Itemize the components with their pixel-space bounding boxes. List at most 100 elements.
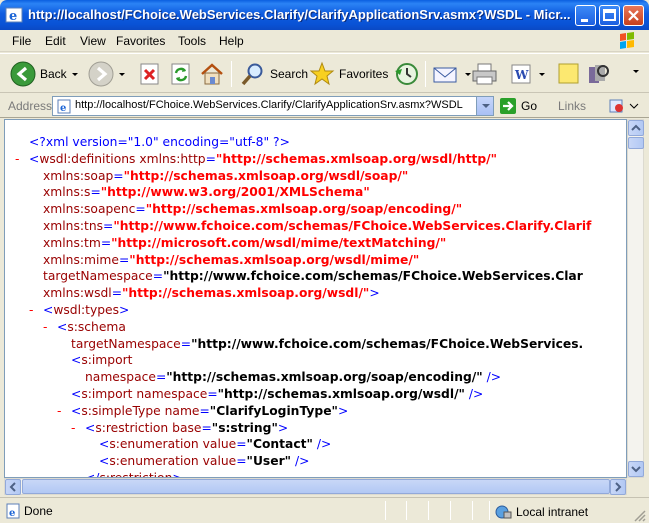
word-edit-icon: W <box>511 64 531 84</box>
refresh-icon[interactable] <box>169 60 193 88</box>
xml-token: = <box>135 202 146 217</box>
back-button[interactable]: Back <box>10 60 78 88</box>
xml-line: - <s:restriction base="s:string"> <box>5 420 591 437</box>
toolbar-overflow-icon[interactable] <box>633 70 639 73</box>
xml-token: = <box>155 370 167 385</box>
research-icon[interactable] <box>587 60 613 88</box>
svg-text:e: e <box>60 103 66 114</box>
xml-content-area[interactable]: <?xml version="1.0" encoding="utf-8" ?> -… <box>4 119 627 478</box>
xml-token: "http://schemas.xmlsoap.org/soap/encodin… <box>145 202 463 217</box>
links-label[interactable]: Links <box>558 99 586 113</box>
collapse-toggle[interactable]: - <box>29 302 43 319</box>
status-bar: e Done Local intranet <box>0 497 649 523</box>
menu-tools[interactable]: Tools <box>178 34 206 48</box>
xml-token: base <box>172 420 202 435</box>
menu-help[interactable]: Help <box>219 34 244 48</box>
xml-line: - <wsdl:types> <box>5 302 591 319</box>
forward-button[interactable] <box>88 60 125 88</box>
menu-file[interactable]: File <box>12 34 31 48</box>
windows-logo-icon <box>620 32 634 49</box>
stop-icon[interactable] <box>138 60 162 88</box>
forward-dropdown-icon[interactable] <box>119 72 125 76</box>
xml-token: = <box>236 437 247 452</box>
xml-token: xmlns:wsdl <box>43 286 112 301</box>
xml-token: name <box>164 403 200 418</box>
vertical-scrollbar[interactable] <box>627 119 644 478</box>
xml-token: = <box>199 403 210 418</box>
xml-token: /> <box>482 370 502 385</box>
print-icon[interactable] <box>471 60 499 88</box>
go-label: Go <box>521 99 538 113</box>
favorites-label: Favorites <box>339 67 389 81</box>
collapse-toggle[interactable]: - <box>43 319 57 336</box>
page-icon: e <box>57 99 71 114</box>
xml-line: xmlns:wsdl="http://schemas.xmlsoap.org/w… <box>5 285 591 302</box>
xml-token: <?xml version="1.0" encoding="utf-8" ?> <box>29 135 290 149</box>
scroll-thumb[interactable] <box>628 137 644 149</box>
discuss-note-icon[interactable] <box>556 60 582 88</box>
local-intranet-icon <box>495 505 512 519</box>
arrow-right-icon <box>615 482 622 492</box>
xml-line: targetNamespace="http://www.fchoice.com/… <box>5 336 591 353</box>
xml-token: wsdl:types <box>53 302 120 317</box>
collapse-toggle[interactable]: - <box>15 151 29 168</box>
address-label: Address <box>8 99 53 113</box>
xml-token: = <box>118 252 130 267</box>
security-zone[interactable]: Local intranet <box>494 504 588 520</box>
xml-token: xmlns:soap <box>43 168 114 183</box>
xml-token: xmlns:tns <box>43 218 104 233</box>
menu-view[interactable]: View <box>80 34 106 48</box>
collapse-toggle[interactable]: - <box>71 420 85 437</box>
address-input[interactable]: e http://localhost/FChoice.WebServices.C… <box>52 96 494 116</box>
mail-envelope-icon <box>433 67 457 83</box>
scroll-left-button[interactable] <box>5 479 21 495</box>
home-icon[interactable] <box>199 60 225 88</box>
xml-token: targetNamespace <box>43 269 153 284</box>
window-title: http://localhost/FChoice.WebServices.Cla… <box>28 7 571 22</box>
toolbar-separator <box>425 61 426 87</box>
scrollbar-corner <box>627 478 644 495</box>
security-zone-label: Local intranet <box>516 505 589 519</box>
search-button[interactable]: Search <box>240 60 308 88</box>
xml-token: "http://www.fchoice.com/schemas/FChoice.… <box>113 218 592 233</box>
minimize-button[interactable] <box>575 5 596 26</box>
xml-token: = <box>100 235 112 250</box>
maximize-button[interactable] <box>599 5 620 26</box>
scroll-right-button[interactable] <box>610 479 626 495</box>
xml-line: xmlns:tm="http://microsoft.com/wsdl/mime… <box>5 235 591 252</box>
menu-edit[interactable]: Edit <box>45 34 66 48</box>
horizontal-scroll-thumb[interactable] <box>22 479 610 494</box>
close-button[interactable] <box>623 5 644 26</box>
xml-token: = <box>90 185 101 200</box>
scroll-down-button[interactable] <box>628 461 644 477</box>
edit-button[interactable]: W <box>508 60 545 88</box>
address-dropdown-icon[interactable] <box>476 97 493 115</box>
title-bar[interactable]: e http://localhost/FChoice.WebServices.C… <box>0 0 649 30</box>
favorites-star-icon <box>309 61 335 86</box>
xml-token: > <box>277 420 289 435</box>
mail-button[interactable] <box>432 60 471 88</box>
status-divider <box>428 501 429 520</box>
xml-token: "http://www.w3.org/2001/XMLSchema" <box>100 185 370 200</box>
collapse-toggle[interactable]: - <box>57 403 71 420</box>
xml-token: s:restriction <box>99 470 173 478</box>
xml-token: < <box>71 386 82 401</box>
history-icon[interactable] <box>393 60 419 88</box>
xml-token: value <box>202 437 237 452</box>
favorites-button[interactable]: Favorites <box>309 60 388 88</box>
scroll-up-button[interactable] <box>628 120 644 136</box>
xml-line: xmlns:mime="http://schemas.xmlsoap.org/w… <box>5 252 591 269</box>
edit-dropdown-icon[interactable] <box>539 72 545 76</box>
xml-token: s:enumeration <box>109 437 203 452</box>
status-divider <box>489 501 490 520</box>
resize-grip-icon[interactable] <box>632 508 646 522</box>
xml-token: "http://schemas.xmlsoap.org/wsdl/soap/" <box>123 168 409 183</box>
xml-token: = <box>201 420 212 435</box>
back-dropdown-icon[interactable] <box>71 72 78 76</box>
go-button[interactable]: Go <box>499 97 537 115</box>
search-label: Search <box>270 67 309 81</box>
xml-token: "http://schemas.xmlsoap.org/wsdl/" <box>217 386 465 401</box>
horizontal-scrollbar[interactable] <box>4 478 627 495</box>
menu-favorites[interactable]: Favorites <box>116 34 165 48</box>
links-toolbar-icon[interactable] <box>608 97 640 115</box>
